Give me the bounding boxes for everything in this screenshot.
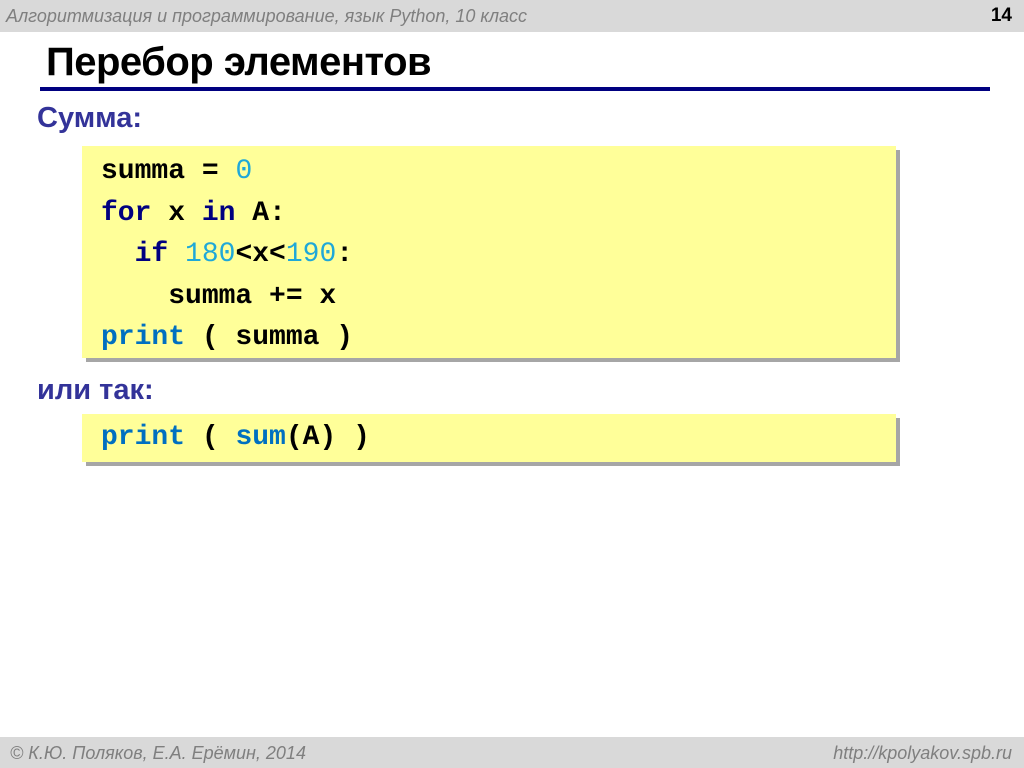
code-token: x xyxy=(151,197,202,229)
slide-title: Перебор элементов xyxy=(46,40,432,84)
code-token: ( summa ) xyxy=(185,322,354,353)
code-line: summa = 0 xyxy=(101,156,252,196)
code-token: 180 xyxy=(185,239,236,270)
page-number: 14 xyxy=(990,5,1012,26)
code-line: print ( summa ) xyxy=(101,322,353,362)
course-title: Алгоритмизация и программирование, язык … xyxy=(6,6,528,26)
code-line: summa += x xyxy=(101,281,336,321)
code-line: for x in A: xyxy=(101,198,286,238)
code-token: if xyxy=(134,239,169,270)
code-block-sum: print ( sum(A) ) xyxy=(82,414,896,462)
slide-header-bar: Алгоритмизация и программирование, язык … xyxy=(0,0,1024,32)
code-token: sum xyxy=(235,422,286,453)
code-token: <x< xyxy=(235,239,286,270)
copyright-text: © К.Ю. Поляков, Е.А. Ерёмин, 2014 xyxy=(10,743,306,763)
code-token: in xyxy=(201,197,236,229)
code-token: 0 xyxy=(235,156,253,187)
code-token: (A) ) xyxy=(285,422,370,453)
code-token: print xyxy=(101,322,186,353)
title-underline xyxy=(40,87,990,91)
code-token: summa += x xyxy=(101,280,337,312)
site-url: http://kpolyakov.spb.ru xyxy=(833,743,1012,763)
code-block-loop: summa = 0 for x in A: if 180<x<190: summa… xyxy=(82,146,896,358)
code-token: 190 xyxy=(285,239,337,270)
heading-sum: Сумма: xyxy=(37,102,142,134)
code-token: ( xyxy=(185,422,236,453)
code-token: = xyxy=(185,156,236,187)
code-token: : xyxy=(336,239,354,270)
code-line: print ( sum(A) ) xyxy=(101,422,370,462)
code-token: print xyxy=(101,422,186,453)
code-token: summa xyxy=(101,156,186,187)
code-token: for xyxy=(101,197,152,229)
heading-alternative: или так: xyxy=(37,374,154,406)
code-token: A: xyxy=(235,197,286,229)
slide-footer-bar: © К.Ю. Поляков, Е.А. Ерёмин, 2014 http:/… xyxy=(0,737,1024,768)
code-line: if 180<x<190: xyxy=(101,239,354,279)
